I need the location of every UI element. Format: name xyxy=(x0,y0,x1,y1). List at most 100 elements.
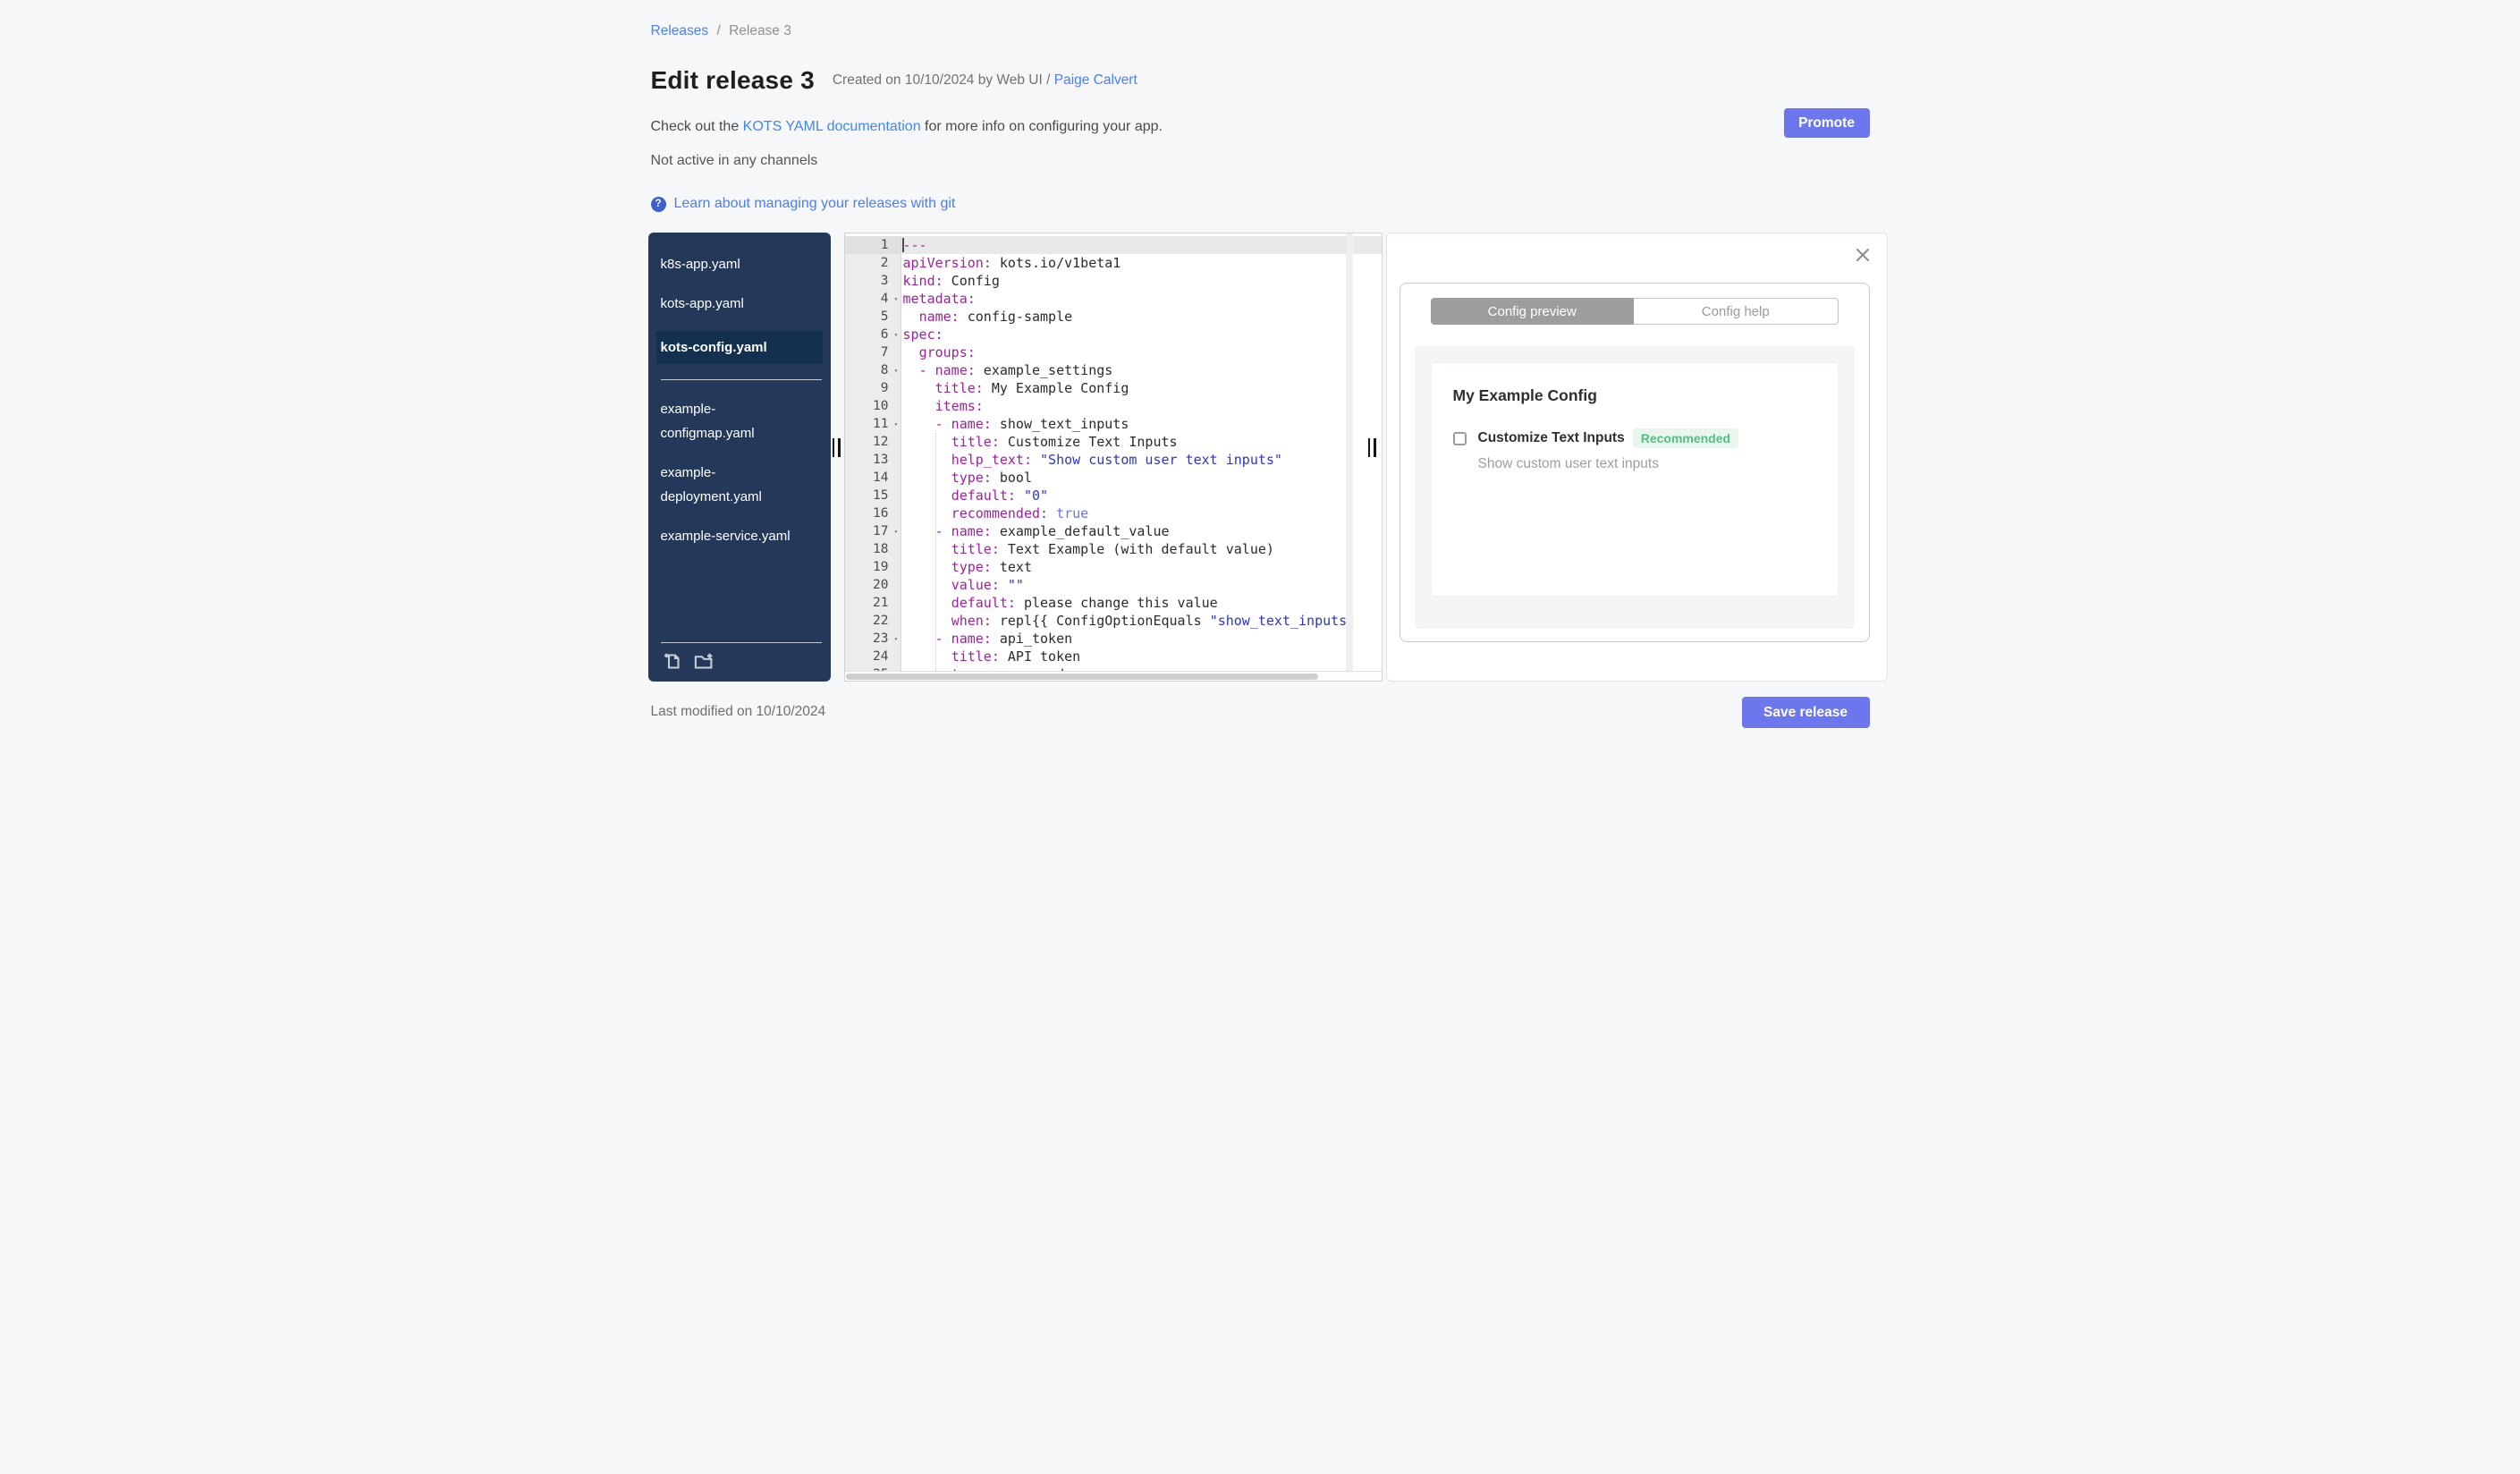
line-number[interactable]: 23 ▾ xyxy=(844,630,901,648)
code-line-18[interactable]: 18 title: Text Example (with default val… xyxy=(844,540,1382,558)
tab-config-help[interactable]: Config help xyxy=(1634,298,1839,325)
line-number[interactable]: 17 ▾ xyxy=(844,522,901,541)
yaml-plain xyxy=(903,541,951,557)
line-number[interactable]: 13 xyxy=(844,451,901,469)
code-line-7[interactable]: 7 groups: xyxy=(844,343,1382,361)
line-number[interactable]: 5 xyxy=(844,308,901,326)
sidebar-file-kots-app.yaml[interactable]: kots-app.yaml xyxy=(648,292,831,316)
editor-horizontal-scrollbar[interactable] xyxy=(844,671,1382,681)
line-number[interactable]: 14 xyxy=(844,469,901,487)
line-number[interactable]: 15 xyxy=(844,487,901,504)
line-number[interactable]: 18 xyxy=(844,540,901,558)
yaml-key: - name: xyxy=(918,362,976,378)
code-line-22[interactable]: 22 when: repl{{ ConfigOptionEquals "show… xyxy=(844,612,1382,630)
git-releases-link[interactable]: Learn about managing your releases with … xyxy=(674,196,956,212)
code-line-15[interactable]: 15 default: "0" xyxy=(844,487,1382,504)
line-number[interactable]: 12 xyxy=(844,433,901,451)
close-icon[interactable] xyxy=(1853,245,1873,265)
kots-yaml-doc-link[interactable]: KOTS YAML documentation xyxy=(743,119,921,134)
line-number[interactable]: 3 xyxy=(844,272,901,290)
yaml-key: type: xyxy=(951,470,992,486)
code-line-3[interactable]: 3 kind: Config xyxy=(844,272,1382,290)
yaml-key: kind: xyxy=(902,273,943,289)
sidebar-file-example-deployment.yaml[interactable]: example-deployment.yaml xyxy=(648,461,831,509)
line-number[interactable]: 8 ▾ xyxy=(844,361,901,380)
code-text: default: "0" xyxy=(901,487,1382,504)
line-number[interactable]: 10 xyxy=(844,397,901,415)
add-file-icon[interactable] xyxy=(663,652,681,671)
code-line-4[interactable]: 4 ▾ metadata: xyxy=(844,290,1382,309)
code-line-6[interactable]: 6 ▾ spec: xyxy=(844,326,1382,344)
code-text: name: config-sample xyxy=(901,308,1382,326)
line-number[interactable]: 6 ▾ xyxy=(844,326,901,344)
line-number[interactable]: 9 xyxy=(844,379,901,397)
sidebar-file-example-configmap.yaml[interactable]: example-configmap.yaml xyxy=(648,397,831,445)
yaml-plain: My Example Config xyxy=(983,380,1129,396)
code-line-2[interactable]: 2 apiVersion: kots.io/v1beta1 xyxy=(844,254,1382,272)
preview-card: Config preview Config help My Example Co… xyxy=(1399,283,1870,642)
code-text: spec: xyxy=(901,326,1382,343)
yaml-plain xyxy=(903,577,951,593)
yaml-plain: kots.io/v1beta1 xyxy=(991,255,1121,271)
line-number[interactable]: 22 xyxy=(844,612,901,630)
code-line-12[interactable]: 12 title: Customize Text Inputs xyxy=(844,433,1382,451)
code-line-24[interactable]: 24 title: API token xyxy=(844,648,1382,665)
code-line-5[interactable]: 5 name: config-sample xyxy=(844,308,1382,326)
line-number[interactable]: 20 xyxy=(844,576,901,594)
code-line-20[interactable]: 20 value: "" xyxy=(844,576,1382,594)
line-number[interactable]: 7 xyxy=(844,343,901,361)
code-line-10[interactable]: 10 items: xyxy=(844,397,1382,415)
code-line-8[interactable]: 8 ▾ - name: example_settings xyxy=(844,361,1382,380)
add-folder-icon[interactable] xyxy=(694,652,715,671)
code-line-16[interactable]: 16 recommended: true xyxy=(844,504,1382,522)
editor-vertical-scrollbar[interactable] xyxy=(1345,233,1353,671)
line-number[interactable]: 2 xyxy=(844,254,901,272)
code-line-9[interactable]: 9 title: My Example Config xyxy=(844,379,1382,397)
code-line-17[interactable]: 17 ▾ - name: example_default_value xyxy=(844,522,1382,541)
code-line-14[interactable]: 14 type: bool xyxy=(844,469,1382,487)
config-checkbox[interactable] xyxy=(1452,431,1467,445)
tab-config-preview[interactable]: Config preview xyxy=(1430,298,1634,325)
yaml-key: title: xyxy=(951,648,1000,665)
line-number[interactable]: 24 xyxy=(844,648,901,665)
page-title: Edit release 3 xyxy=(650,66,815,94)
sidebar-resize-handle[interactable] xyxy=(832,438,841,457)
code-line-13[interactable]: 13 help_text: "Show custom user text inp… xyxy=(844,451,1382,469)
promote-button[interactable]: Promote xyxy=(1783,108,1870,138)
line-number[interactable]: 1 xyxy=(844,236,901,254)
release-editor-page: Releases / Release 3 Edit release 3 Crea… xyxy=(630,0,1890,737)
sidebar-file-example-service.yaml[interactable]: example-service.yaml xyxy=(648,524,831,548)
fold-arrow-icon[interactable]: ▾ xyxy=(893,362,898,380)
save-release-button[interactable]: Save release xyxy=(1741,697,1870,728)
code-line-11[interactable]: 11 ▾ - name: show_text_inputs xyxy=(844,415,1382,434)
scrollbar-thumb[interactable] xyxy=(845,673,1318,680)
yaml-editor[interactable]: 1 --- 2 apiVersion: kots.io/v1beta1 3 kind: C… xyxy=(843,233,1383,682)
line-number[interactable]: 11 ▾ xyxy=(844,415,901,434)
yaml-plain: Customize Text Inputs xyxy=(999,434,1178,450)
code-text: --- xyxy=(901,236,1382,254)
line-number[interactable]: 19 xyxy=(844,558,901,576)
preview-resize-handle[interactable] xyxy=(1367,438,1376,457)
breadcrumb-releases-link[interactable]: Releases xyxy=(651,23,709,38)
line-number[interactable]: 4 ▾ xyxy=(844,290,901,309)
code-line-1[interactable]: 1 --- xyxy=(844,236,1382,254)
config-item-help: Show custom user text inputs xyxy=(1477,456,1659,471)
code-line-23[interactable]: 23 ▾ - name: api_token xyxy=(844,630,1382,648)
line-number[interactable]: 16 xyxy=(844,504,901,522)
sidebar-bottom xyxy=(648,640,831,671)
line-number[interactable]: 21 xyxy=(844,594,901,612)
code-line-21[interactable]: 21 default: please change this value xyxy=(844,594,1382,612)
fold-arrow-icon[interactable]: ▾ xyxy=(893,416,898,434)
fold-arrow-icon[interactable]: ▾ xyxy=(893,326,898,344)
fold-arrow-icon[interactable]: ▾ xyxy=(893,523,898,541)
yaml-plain xyxy=(903,595,951,611)
yaml-key: --- xyxy=(902,237,927,253)
author-link[interactable]: Paige Calvert xyxy=(1054,72,1137,88)
code-line-19[interactable]: 19 type: text xyxy=(844,558,1382,576)
fold-arrow-icon[interactable]: ▾ xyxy=(893,631,898,648)
config-item-label[interactable]: Customize Text Inputs xyxy=(1478,430,1625,446)
yaml-key: recommended: xyxy=(951,505,1049,521)
sidebar-file-k8s-app.yaml[interactable]: k8s-app.yaml xyxy=(648,252,831,276)
sidebar-file-kots-config.yaml[interactable]: kots-config.yaml xyxy=(655,331,823,364)
fold-arrow-icon[interactable]: ▾ xyxy=(893,291,898,309)
